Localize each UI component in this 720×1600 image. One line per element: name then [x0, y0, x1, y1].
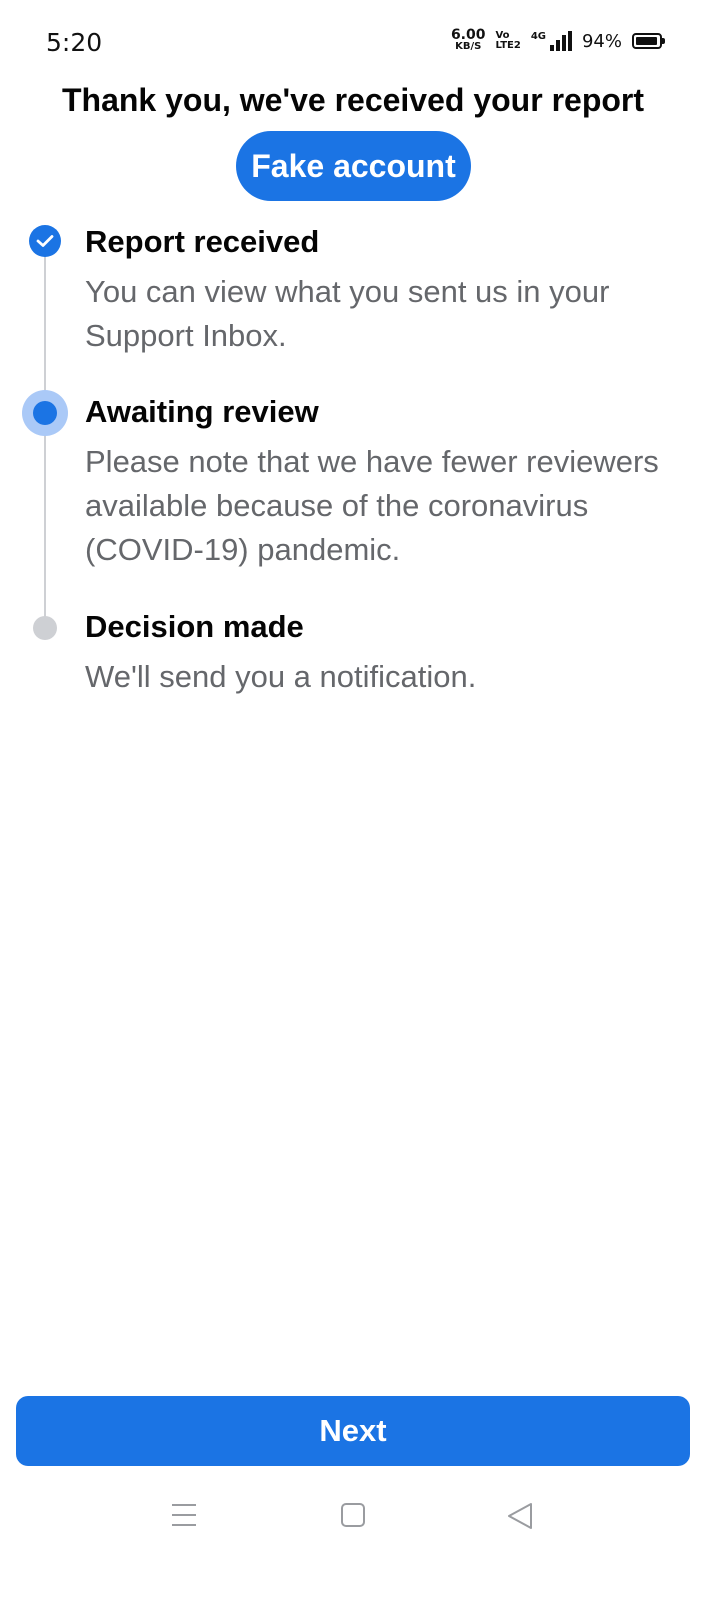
battery-percent: 94% [581, 30, 622, 52]
page-title: Thank you, we've received your report [61, 82, 645, 118]
menu-icon[interactable] [170, 1502, 198, 1528]
step-pending-dot-icon [33, 616, 57, 640]
back-triangle-icon[interactable] [506, 1502, 534, 1530]
next-button[interactable]: Next [16, 1396, 690, 1466]
home-square-icon[interactable] [340, 1502, 366, 1528]
signal-bar [567, 31, 572, 51]
network-speed-value: 6.00 [450, 27, 486, 43]
network-speed-unit: KB/S [455, 41, 482, 52]
step-awaiting-review: Awaiting review Please note that we have… [85, 394, 675, 572]
step-current-dot-icon [22, 390, 68, 436]
step-title: Report received [85, 224, 320, 259]
status-bar: 5:20 6.00 KB/S Vo LTE2 4G 94% [0, 0, 720, 84]
step-current-inner-dot [33, 401, 57, 425]
signal-bar [561, 35, 566, 51]
status-time: 5:20 [46, 28, 103, 57]
signal-bar [549, 45, 554, 51]
battery-fill [636, 37, 657, 45]
step-description: You can view what you sent us in your Su… [85, 274, 610, 353]
step-done-check-icon [29, 225, 61, 257]
report-type-badge: Fake account [236, 131, 471, 201]
step-description: We'll send you a notification. [85, 659, 477, 694]
network-speed: 6.00 KB/S [450, 27, 486, 52]
step-description: Please note that we have fewer reviewers… [85, 444, 659, 567]
step-title: Awaiting review [85, 394, 319, 429]
battery-icon [632, 33, 665, 49]
step-title: Decision made [85, 609, 304, 644]
volte-bottom: LTE2 [495, 40, 521, 51]
volte-icon: Vo LTE2 [495, 31, 520, 51]
signal-strength-icon: 4G [531, 31, 572, 51]
step-decision-made: Decision made We'll send you a notificat… [85, 609, 675, 699]
system-navigation-bar [0, 1490, 720, 1560]
checkmark-icon [36, 235, 54, 247]
network-type: 4G [530, 31, 546, 42]
signal-bar [555, 40, 560, 51]
step-report-received: Report received You can view what you se… [85, 224, 675, 358]
status-indicators: 6.00 KB/S Vo LTE2 4G 94% [450, 27, 665, 52]
